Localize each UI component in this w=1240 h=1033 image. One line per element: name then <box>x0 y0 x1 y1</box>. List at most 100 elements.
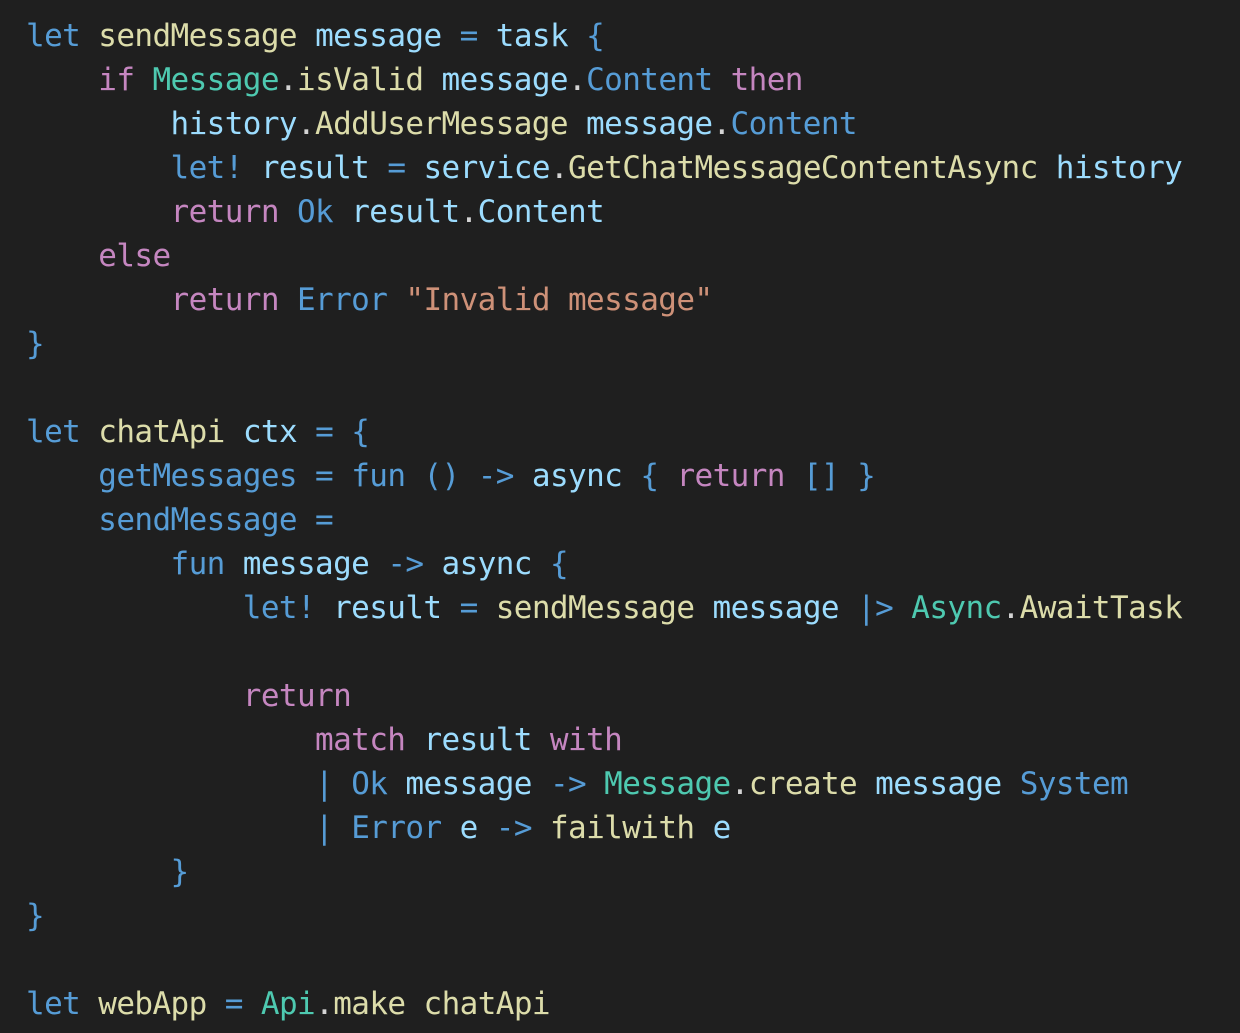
code-line[interactable]: let sendMessage message = task { <box>26 14 1240 58</box>
code-token: "Invalid message" <box>405 282 713 318</box>
code-line[interactable]: let webApp = Api.make chatApi <box>26 982 1240 1026</box>
code-token: sendMessage <box>98 18 297 54</box>
code-token: webApp <box>98 986 207 1022</box>
code-token: -> <box>387 546 424 582</box>
code-token: AddUserMessage <box>315 106 568 142</box>
code-token: return <box>676 458 785 494</box>
code-token: history <box>170 106 298 142</box>
code-line[interactable]: return <box>26 674 1240 718</box>
code-token: isValid <box>297 62 424 98</box>
code-token: Api <box>260 986 316 1022</box>
code-line[interactable]: match result with <box>26 718 1240 762</box>
code-token: { <box>351 414 370 450</box>
code-token: Content <box>586 62 713 98</box>
code-token: e <box>712 810 732 846</box>
code-line[interactable]: history.AddUserMessage message.Content <box>26 102 1240 146</box>
code-token: } <box>26 326 45 362</box>
code-token: fun <box>351 458 406 494</box>
code-token: } <box>26 898 45 934</box>
code-token: message <box>712 590 840 626</box>
code-line[interactable]: return Ok result.Content <box>26 190 1240 234</box>
code-token: make <box>333 986 406 1022</box>
code-line[interactable]: | Error e -> failwith e <box>26 806 1240 850</box>
code-token: match <box>315 722 406 758</box>
code-line[interactable]: if Message.isValid message.Content then <box>26 58 1240 102</box>
code-token: Error <box>296 282 388 318</box>
code-line[interactable]: return Error "Invalid message" <box>26 278 1240 322</box>
code-token: System <box>1019 766 1129 802</box>
code-token: fun <box>170 546 226 582</box>
code-area[interactable]: let sendMessage message = task { if Mess… <box>26 14 1240 1026</box>
code-line[interactable]: fun message -> async { <box>26 542 1240 586</box>
code-line[interactable]: sendMessage = <box>26 498 1240 542</box>
code-token: . <box>712 106 731 142</box>
code-token: = <box>459 590 479 626</box>
code-token: e <box>459 810 479 846</box>
code-token: chatApi <box>423 986 551 1022</box>
code-token: Ok <box>296 194 334 230</box>
code-line[interactable]: } <box>26 850 1240 894</box>
code-line[interactable]: } <box>26 894 1240 938</box>
code-token: Message <box>152 62 279 98</box>
code-line[interactable] <box>26 630 1240 674</box>
code-line[interactable]: getMessages = fun () -> async { return [… <box>26 454 1240 498</box>
code-token: Ok <box>351 766 388 802</box>
code-line[interactable] <box>26 366 1240 410</box>
code-token: = <box>315 502 334 538</box>
code-editor[interactable]: let sendMessage message = task { if Mess… <box>0 0 1240 1033</box>
code-line[interactable]: } <box>26 322 1240 366</box>
code-token: { <box>549 546 569 582</box>
code-token: = <box>224 986 244 1022</box>
code-token: message <box>315 18 442 54</box>
code-token: . <box>296 106 316 142</box>
code-token: |> <box>857 590 894 626</box>
code-line[interactable]: let! result = service.GetChatMessageCont… <box>26 146 1240 190</box>
code-token: message <box>242 546 370 582</box>
code-token: service <box>423 150 550 186</box>
code-token: = <box>387 150 406 186</box>
code-token: -> <box>495 810 533 846</box>
code-line[interactable] <box>26 938 1240 982</box>
code-token: message <box>405 766 532 802</box>
code-token: | <box>315 766 334 802</box>
code-token: return <box>170 282 280 318</box>
code-line[interactable]: let! result = sendMessage message |> Asy… <box>26 586 1240 630</box>
code-token: history <box>1055 150 1183 186</box>
code-token: message <box>875 766 1002 802</box>
code-line[interactable]: | Ok message -> Message.create message S… <box>26 762 1240 806</box>
code-token: -> <box>549 766 587 802</box>
code-line[interactable]: let chatApi ctx = { <box>26 410 1240 454</box>
code-token: . <box>549 150 569 186</box>
code-token: GetChatMessageContentAsync <box>568 150 1038 186</box>
code-line[interactable]: else <box>26 234 1240 278</box>
code-token: then <box>730 62 804 98</box>
